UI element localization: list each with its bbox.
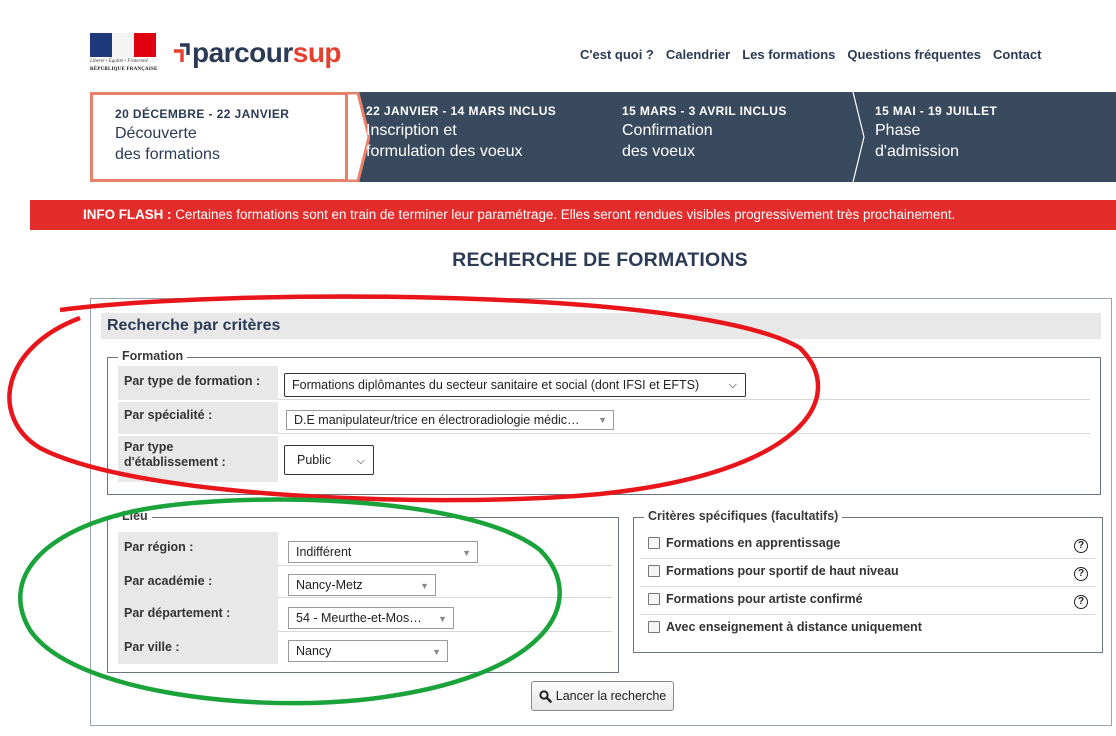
rf-name: RÉPUBLIQUE FRANÇAISE — [90, 67, 158, 72]
search-panel-header: Recherche par critères — [101, 313, 1101, 339]
criteria-label: Formations en apprentissage — [666, 536, 841, 550]
nav-cest-quoi[interactable]: C'est quoi ? — [580, 47, 654, 62]
nav-questions-frequentes[interactable]: Questions fréquentes — [847, 47, 981, 62]
select-type-formation[interactable]: Formations diplômantes du secteur sanita… — [284, 373, 746, 397]
parcoursup-mark-icon — [174, 43, 190, 62]
timeline-date: 15 MARS - 3 AVRIL INCLUS — [622, 104, 787, 118]
label-ville: Par ville : — [118, 632, 278, 664]
criteria-label: Avec enseignement à distance uniquement — [666, 620, 922, 634]
label-academie: Par académie : — [118, 566, 278, 598]
page-title: RECHERCHE DE FORMATIONS — [452, 249, 748, 271]
criteria-enseignement-distance[interactable]: Avec enseignement à distance uniquement — [648, 620, 922, 634]
checkbox-artiste[interactable] — [648, 593, 660, 605]
row-academie: Par académie : Nancy-Metz ▼ — [118, 566, 612, 598]
criteria-artiste-confirme[interactable]: Formations pour artiste confirmé — [648, 592, 863, 606]
timeline-label: Inscription et formulation des voeux — [366, 122, 523, 160]
fieldset-lieu: Lieu Par région : Indifférent ▼ Par acad… — [107, 509, 619, 673]
label-specialite: Par spécialité : — [118, 402, 278, 434]
launch-search-label: Lancer la recherche — [555, 689, 667, 703]
select-departement[interactable]: 54 - Meurthe-et-Mos… ▼ — [288, 607, 454, 629]
fieldset-criteres-specifiques: Critères spécifiques (facultatifs) Forma… — [633, 509, 1103, 653]
criteria-sportif-haut-niveau[interactable]: Formations pour sportif de haut niveau — [648, 564, 899, 578]
select-type-etablissement[interactable]: Public ⌵ — [284, 445, 374, 475]
row-departement: Par département : 54 - Meurthe-et-Mos… ▼ — [118, 598, 612, 632]
republique-francaise-logo[interactable]: Liberté • Égalité • Fraternité RÉPUBLIQU… — [90, 33, 158, 75]
row-specialite: Par spécialité : D.E manipulateur/trice … — [118, 402, 1090, 434]
criteria-label: Formations pour sportif de haut niveau — [666, 564, 899, 578]
label-type-etablissement: Par type d'établissement : — [118, 436, 278, 482]
divider — [640, 614, 1096, 615]
select-academie[interactable]: Nancy-Metz ▼ — [288, 574, 436, 596]
help-circle-icon[interactable]: ? — [1074, 595, 1088, 609]
select-specialite[interactable]: D.E manipulateur/trice en électroradiolo… — [286, 410, 614, 430]
timeline-label: Découverte des formations — [115, 125, 220, 163]
divider — [640, 558, 1096, 559]
search-icon — [539, 689, 552, 703]
help-circle-icon[interactable]: ? — [1074, 539, 1088, 553]
search-panel: Recherche par critères Formation Par typ… — [90, 298, 1112, 726]
chevron-down-icon: ⌵ — [356, 455, 365, 467]
chevron-down-icon: ⌵ — [728, 379, 737, 391]
timeline-date: 22 JANVIER - 14 MARS INCLUS — [366, 104, 557, 118]
nav-contact[interactable]: Contact — [993, 47, 1041, 62]
info-flash-text: Certaines formations sont en train de te… — [171, 207, 956, 222]
triangle-down-icon: ▼ — [420, 581, 429, 591]
timeline-step-confirmation[interactable]: 15 MARS - 3 AVRIL INCLUS Confirmation des… — [622, 92, 852, 182]
timeline-label: Confirmation des voeux — [622, 122, 713, 160]
site-header: Liberté • Égalité • Fraternité RÉPUBLIQU… — [0, 0, 1116, 88]
triangle-down-icon: ▼ — [462, 548, 471, 558]
french-flag-icon — [90, 33, 156, 57]
main-nav: C'est quoi ? Calendrier Les formations Q… — [580, 47, 1041, 62]
timeline-step-inscription[interactable]: 22 JANVIER - 14 MARS INCLUS Inscription … — [366, 92, 606, 182]
fieldset-formation: Formation Par type de formation : Format… — [107, 349, 1101, 495]
timeline-step-admission[interactable]: 15 MAI - 19 JUILLET Phase d'admission — [875, 92, 1105, 182]
row-type-etablissement: Par type d'établissement : Public ⌵ — [118, 436, 1090, 482]
select-ville[interactable]: Nancy ▼ — [288, 640, 448, 662]
label-departement: Par département : — [118, 598, 278, 632]
label-type-formation: Par type de formation : — [118, 366, 278, 400]
row-region: Par région : Indifférent ▼ — [118, 532, 612, 566]
checkbox-apprentissage[interactable] — [648, 537, 660, 549]
label-region: Par région : — [118, 532, 278, 566]
checkbox-distance[interactable] — [648, 621, 660, 633]
timeline-label: Phase d'admission — [875, 122, 959, 160]
row-type-formation: Par type de formation : Formations diplô… — [118, 366, 1090, 400]
parcoursup-wordmark: parcoursup — [192, 37, 342, 68]
launch-search-button[interactable]: Lancer la recherche — [531, 681, 674, 711]
parcoursup-logo[interactable]: parcoursup — [172, 36, 342, 70]
criteria-label: Formations pour artiste confirmé — [666, 592, 863, 606]
info-flash-banner: INFO FLASH : Certaines formations sont e… — [30, 200, 1116, 230]
checkbox-sportif[interactable] — [648, 565, 660, 577]
triangle-down-icon: ▼ — [598, 415, 607, 425]
timeline-step-decouverte[interactable]: 20 DÉCEMBRE - 22 JANVIER Découverte des f… — [90, 92, 348, 182]
help-circle-icon[interactable]: ? — [1074, 567, 1088, 581]
timeline-separator-icon — [852, 92, 865, 182]
calendar-timeline: 20 DÉCEMBRE - 22 JANVIER Découverte des f… — [90, 92, 1116, 182]
timeline-date: 15 MAI - 19 JUILLET — [875, 104, 998, 118]
divider — [640, 586, 1096, 587]
triangle-down-icon: ▼ — [432, 647, 441, 657]
row-ville: Par ville : Nancy ▼ — [118, 632, 612, 664]
fieldset-legend-formation: Formation — [118, 349, 188, 363]
info-flash-label: INFO FLASH : — [83, 207, 172, 222]
criteria-apprentissage[interactable]: Formations en apprentissage — [648, 536, 840, 550]
triangle-down-icon: ▼ — [438, 614, 447, 624]
rf-motto: Liberté • Égalité • Fraternité — [90, 59, 148, 64]
fieldset-legend-lieu: Lieu — [118, 509, 152, 523]
fieldset-legend-criteres: Critères spécifiques (facultatifs) — [644, 509, 843, 523]
nav-les-formations[interactable]: Les formations — [742, 47, 835, 62]
nav-calendrier[interactable]: Calendrier — [666, 47, 730, 62]
select-region[interactable]: Indifférent ▼ — [288, 541, 478, 563]
timeline-date: 20 DÉCEMBRE - 22 JANVIER — [115, 107, 290, 121]
